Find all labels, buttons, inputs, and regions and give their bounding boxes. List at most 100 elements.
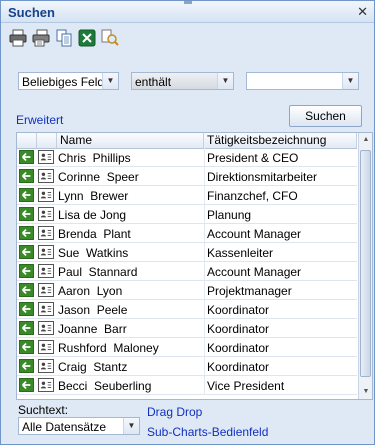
table-row[interactable]: Joanne Barr Koordinator [17, 319, 357, 338]
details-card-icon[interactable] [38, 283, 54, 297]
select-arrow-icon[interactable] [19, 340, 34, 354]
select-arrow-icon[interactable] [19, 378, 34, 392]
row-name: Craig Stantz [58, 360, 128, 374]
column-divider [204, 224, 205, 243]
details-card-icon[interactable] [38, 378, 54, 392]
column-divider [204, 300, 205, 319]
row-job-title: Koordinator [207, 322, 270, 336]
column-divider [204, 338, 205, 357]
title-bar[interactable]: Suchen ✕ [1, 1, 374, 23]
column-divider [204, 281, 205, 300]
table-row[interactable]: Lisa de Jong Planung [17, 205, 357, 224]
print-preview-icon[interactable] [32, 29, 50, 47]
operator-select[interactable]: enthält ▼ [131, 72, 234, 90]
column-header-job-title[interactable]: Tätigkeitsbezeichnung [204, 133, 357, 148]
row-name: Brenda Plant [58, 227, 131, 241]
table-row[interactable]: Jason Peele Koordinator [17, 300, 357, 319]
details-card-icon[interactable] [38, 150, 54, 164]
advanced-link[interactable]: Erweitert [16, 113, 63, 127]
column-divider [204, 167, 205, 186]
column-divider [204, 205, 205, 224]
details-card-icon[interactable] [38, 188, 54, 202]
row-name: Jason Peele [58, 303, 128, 317]
header-action-cell [17, 133, 37, 148]
find-icon[interactable] [101, 29, 119, 47]
details-card-icon[interactable] [38, 169, 54, 183]
table-row[interactable]: Craig Stantz Koordinator [17, 357, 357, 376]
search-text-label: Suchtext: [18, 403, 69, 417]
details-card-icon[interactable] [38, 340, 54, 354]
select-arrow-icon[interactable] [19, 245, 34, 259]
select-arrow-icon[interactable] [19, 226, 34, 240]
excel-export-icon[interactable] [78, 29, 96, 47]
row-name: Corinne Speer [58, 170, 139, 184]
chevron-down-icon[interactable]: ▼ [217, 73, 233, 89]
scroll-up-icon[interactable]: ▲ [360, 134, 372, 146]
search-window: Suchen ✕ Beliebiges Feld ▼ enthält ▼ ▼ E… [0, 0, 375, 445]
select-arrow-icon[interactable] [19, 283, 34, 297]
subcharts-panel-link[interactable]: Sub-Charts-Bedienfeld [147, 425, 268, 439]
table-row[interactable]: Corinne Speer Direktionsmitarbeiter [17, 167, 357, 186]
table-row[interactable]: Sue Watkins Kassenleiter [17, 243, 357, 262]
row-name: Becci Seuberling [58, 379, 152, 393]
details-card-icon[interactable] [38, 226, 54, 240]
table-row[interactable]: Rushford Maloney Koordinator [17, 338, 357, 357]
row-job-title: Koordinator [207, 303, 270, 317]
field-select-value: Beliebiges Feld [22, 75, 105, 89]
column-divider [204, 319, 205, 338]
table-row[interactable]: Lynn Brewer Finanzchef, CFO [17, 186, 357, 205]
row-job-title: Finanzchef, CFO [207, 189, 298, 203]
details-card-icon[interactable] [38, 302, 54, 316]
table-row[interactable]: Chris Phillips President & CEO [17, 148, 357, 167]
chevron-down-icon[interactable]: ▼ [123, 418, 139, 434]
field-select[interactable]: Beliebiges Feld ▼ [18, 72, 119, 90]
column-header-name[interactable]: Name [57, 133, 204, 148]
column-divider [204, 186, 205, 205]
vertical-scrollbar[interactable]: ▲ ▼ [358, 133, 372, 399]
scroll-down-icon[interactable]: ▼ [360, 386, 372, 398]
chevron-down-icon[interactable]: ▼ [102, 73, 118, 89]
row-name: Rushford Maloney [58, 341, 159, 355]
row-job-title: Direktionsmitarbeiter [207, 170, 318, 184]
copy-icon[interactable] [55, 29, 73, 47]
table-row[interactable]: Brenda Plant Account Manager [17, 224, 357, 243]
row-name: Joanne Barr [58, 322, 127, 336]
row-job-title: Planung [207, 208, 252, 222]
select-arrow-icon[interactable] [19, 359, 34, 373]
select-arrow-icon[interactable] [19, 264, 34, 278]
row-name: Chris Phillips [58, 151, 131, 165]
details-card-icon[interactable] [38, 264, 54, 278]
table-row[interactable]: Aaron Lyon Projektmanager [17, 281, 357, 300]
close-icon[interactable]: ✕ [357, 4, 368, 20]
row-job-title: Projektmanager [207, 284, 292, 298]
scope-select-value: Alle Datensätze [22, 420, 107, 434]
scrollbar-thumb[interactable] [360, 150, 371, 377]
details-card-icon[interactable] [38, 207, 54, 221]
details-card-icon[interactable] [38, 321, 54, 335]
results-grid: Name Tätigkeitsbezeichnung Chris Phillip… [16, 132, 373, 400]
select-arrow-icon[interactable] [19, 188, 34, 202]
table-row[interactable]: Becci Seuberling Vice President [17, 376, 357, 395]
row-name: Sue Watkins [58, 246, 129, 260]
row-name: Paul Stannard [58, 265, 138, 279]
select-arrow-icon[interactable] [19, 302, 34, 316]
details-card-icon[interactable] [38, 245, 54, 259]
operator-select-value: enthält [135, 75, 172, 89]
value-combobox[interactable]: ▼ [246, 72, 359, 90]
row-name: Lynn Brewer [58, 189, 129, 203]
scope-select[interactable]: Alle Datensätze ▼ [18, 417, 140, 435]
print-icon[interactable] [9, 29, 27, 47]
title-grip [184, 1, 192, 4]
chevron-down-icon[interactable]: ▼ [342, 73, 358, 89]
select-arrow-icon[interactable] [19, 321, 34, 335]
drag-drop-link[interactable]: Drag Drop [147, 405, 202, 419]
column-divider [204, 376, 205, 395]
table-row[interactable]: Paul Stannard Account Manager [17, 262, 357, 281]
window-title: Suchen [8, 5, 55, 20]
select-arrow-icon[interactable] [19, 150, 34, 164]
details-card-icon[interactable] [38, 359, 54, 373]
row-job-title: Koordinator [207, 341, 270, 355]
select-arrow-icon[interactable] [19, 169, 34, 183]
search-button[interactable]: Suchen [289, 105, 362, 127]
select-arrow-icon[interactable] [19, 207, 34, 221]
